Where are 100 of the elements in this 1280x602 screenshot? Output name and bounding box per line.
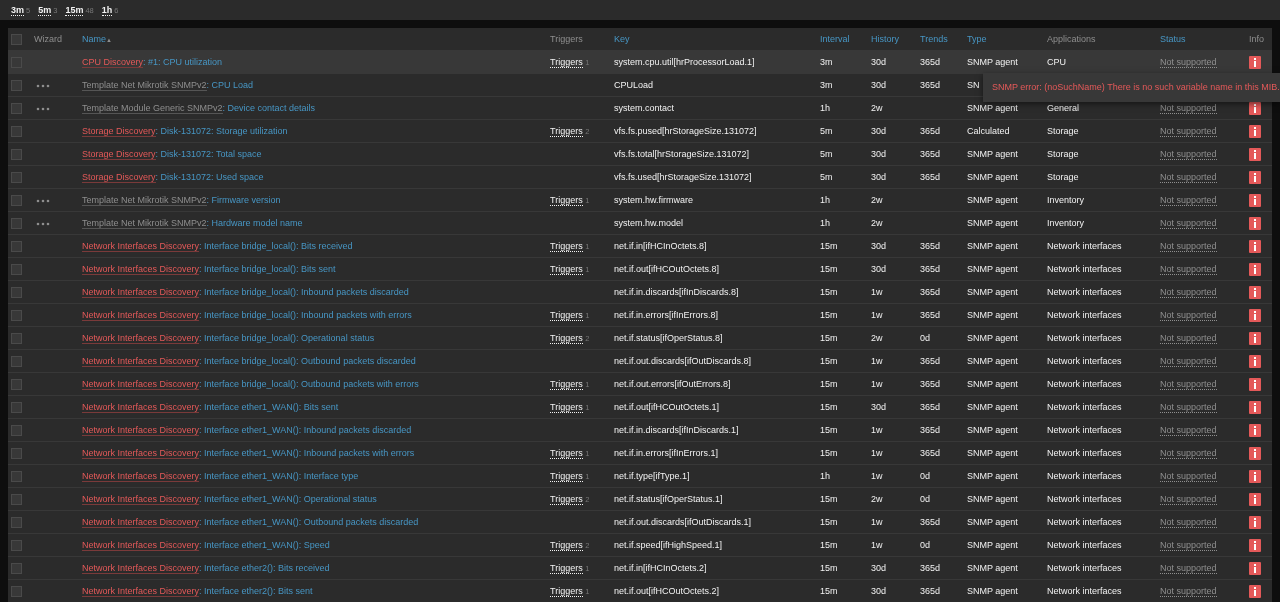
item-name-link[interactable]: : Interface bridge_local(): Operational status (199, 333, 375, 343)
info-icon[interactable] (1249, 515, 1261, 529)
row-checkbox[interactable] (11, 194, 22, 206)
triggers-link[interactable]: Triggers (550, 333, 583, 344)
item-name-link[interactable]: : Disk-131072: Storage utilization (155, 126, 288, 136)
item-name-link[interactable]: : Interface bridge_local(): Outbound packets discarded (199, 356, 416, 366)
interval-filter-link[interactable]: 15m (65, 4, 84, 16)
item-name-link[interactable]: : Interface ether1_WAN(): Bits sent (199, 402, 339, 412)
info-icon[interactable] (1249, 492, 1261, 506)
item-name-link[interactable]: : Interface ether1_WAN(): Outbound packets discarded (199, 517, 419, 527)
triggers-link[interactable]: Triggers (550, 563, 583, 574)
more-icon[interactable] (36, 221, 50, 226)
row-checkbox[interactable] (11, 447, 22, 459)
item-name-link[interactable]: : Interface bridge_local(): Inbound packets discarded (199, 287, 409, 297)
column-header[interactable]: History (871, 34, 899, 44)
status-link[interactable]: Not supported (1160, 586, 1217, 597)
info-icon[interactable] (1249, 239, 1261, 253)
row-checkbox[interactable] (11, 355, 22, 367)
status-link[interactable]: Not supported (1160, 172, 1217, 183)
info-icon[interactable] (1249, 469, 1261, 483)
row-checkbox[interactable] (11, 148, 22, 160)
item-name-link[interactable]: : Interface ether1_WAN(): Speed (199, 540, 330, 550)
item-source-link[interactable]: Template Net Mikrotik SNMPv2 (82, 80, 207, 91)
triggers-link[interactable]: Triggers (550, 402, 583, 413)
row-checkbox[interactable] (11, 286, 22, 298)
item-name-link[interactable]: : Interface bridge_local(): Bits sent (199, 264, 336, 274)
triggers-link[interactable]: Triggers (550, 310, 583, 321)
row-checkbox[interactable] (11, 539, 22, 551)
status-link[interactable]: Not supported (1160, 471, 1217, 482)
item-source-link[interactable]: Template Net Mikrotik SNMPv2 (82, 195, 207, 206)
info-icon[interactable] (1249, 308, 1261, 322)
info-icon[interactable] (1249, 193, 1261, 207)
row-checkbox[interactable] (11, 493, 22, 505)
interval-filter-link[interactable]: 5m (38, 4, 52, 16)
column-header[interactable]: Type (967, 34, 987, 44)
row-checkbox[interactable] (11, 424, 22, 436)
status-link[interactable]: Not supported (1160, 310, 1217, 321)
triggers-link[interactable]: Triggers (550, 586, 583, 597)
status-link[interactable]: Not supported (1160, 218, 1217, 229)
item-name-link[interactable]: : Disk-131072: Total space (155, 149, 262, 159)
item-name-link[interactable]: : #1: CPU utilization (143, 57, 223, 67)
info-icon[interactable] (1249, 446, 1261, 460)
info-icon[interactable] (1249, 262, 1261, 276)
item-name-link[interactable]: : Device contact details (222, 103, 316, 113)
status-link[interactable]: Not supported (1160, 264, 1217, 275)
status-link[interactable]: Not supported (1160, 540, 1217, 551)
triggers-link[interactable]: Triggers (550, 264, 583, 275)
triggers-link[interactable]: Triggers (550, 126, 583, 137)
info-icon[interactable] (1249, 354, 1261, 368)
triggers-link[interactable]: Triggers (550, 448, 583, 459)
interval-filter-link[interactable]: 1h (101, 4, 113, 16)
info-icon[interactable] (1249, 423, 1261, 437)
status-link[interactable]: Not supported (1160, 287, 1217, 298)
item-name-link[interactable]: : Interface ether2(): Bits received (199, 563, 330, 573)
item-name-link[interactable]: : CPU Load (206, 80, 254, 90)
item-source-link[interactable]: Storage Discovery (82, 172, 156, 183)
row-checkbox[interactable] (11, 125, 22, 137)
item-source-link[interactable]: Template Module Generic SNMPv2 (82, 103, 223, 114)
info-icon[interactable] (1249, 538, 1261, 552)
item-name-link[interactable]: : Interface ether1_WAN(): Interface type (199, 471, 359, 481)
status-link[interactable]: Not supported (1160, 195, 1217, 206)
triggers-link[interactable]: Triggers (550, 540, 583, 551)
item-name-link[interactable]: : Firmware version (206, 195, 281, 205)
status-link[interactable]: Not supported (1160, 103, 1217, 114)
column-header[interactable]: Status (1160, 34, 1186, 44)
row-checkbox[interactable] (11, 332, 22, 344)
info-icon[interactable] (1249, 377, 1261, 391)
row-checkbox[interactable] (11, 470, 22, 482)
info-icon[interactable] (1249, 216, 1261, 230)
status-link[interactable]: Not supported (1160, 517, 1217, 528)
row-checkbox[interactable] (11, 378, 22, 390)
item-source-link[interactable]: Template Net Mikrotik SNMPv2 (82, 218, 207, 229)
status-link[interactable]: Not supported (1160, 149, 1217, 160)
row-checkbox[interactable] (11, 79, 22, 91)
triggers-link[interactable]: Triggers (550, 57, 583, 68)
item-name-link[interactable]: : Interface ether2(): Bits sent (199, 586, 313, 596)
item-name-link[interactable]: : Interface bridge_local(): Outbound packets with errors (199, 379, 419, 389)
row-checkbox[interactable] (11, 309, 22, 321)
row-checkbox[interactable] (11, 217, 22, 229)
select-all-checkbox[interactable] (11, 33, 22, 45)
status-link[interactable]: Not supported (1160, 356, 1217, 367)
info-icon[interactable] (1249, 124, 1261, 138)
row-checkbox[interactable] (11, 102, 22, 114)
triggers-link[interactable]: Triggers (550, 241, 583, 252)
item-name-link[interactable]: : Interface bridge_local(): Bits received (199, 241, 353, 251)
info-icon[interactable] (1249, 561, 1261, 575)
more-icon[interactable] (36, 83, 50, 88)
info-icon[interactable] (1249, 170, 1261, 184)
triggers-link[interactable]: Triggers (550, 195, 583, 206)
more-icon[interactable] (36, 198, 50, 203)
row-checkbox[interactable] (11, 401, 22, 413)
row-checkbox[interactable] (11, 171, 22, 183)
triggers-link[interactable]: Triggers (550, 494, 583, 505)
item-name-link[interactable]: : Hardware model name (206, 218, 303, 228)
row-checkbox[interactable] (11, 585, 22, 597)
more-icon[interactable] (36, 106, 50, 111)
triggers-link[interactable]: Triggers (550, 379, 583, 390)
item-name-link[interactable]: : Disk-131072: Used space (155, 172, 264, 182)
status-link[interactable]: Not supported (1160, 425, 1217, 436)
status-link[interactable]: Not supported (1160, 126, 1217, 137)
